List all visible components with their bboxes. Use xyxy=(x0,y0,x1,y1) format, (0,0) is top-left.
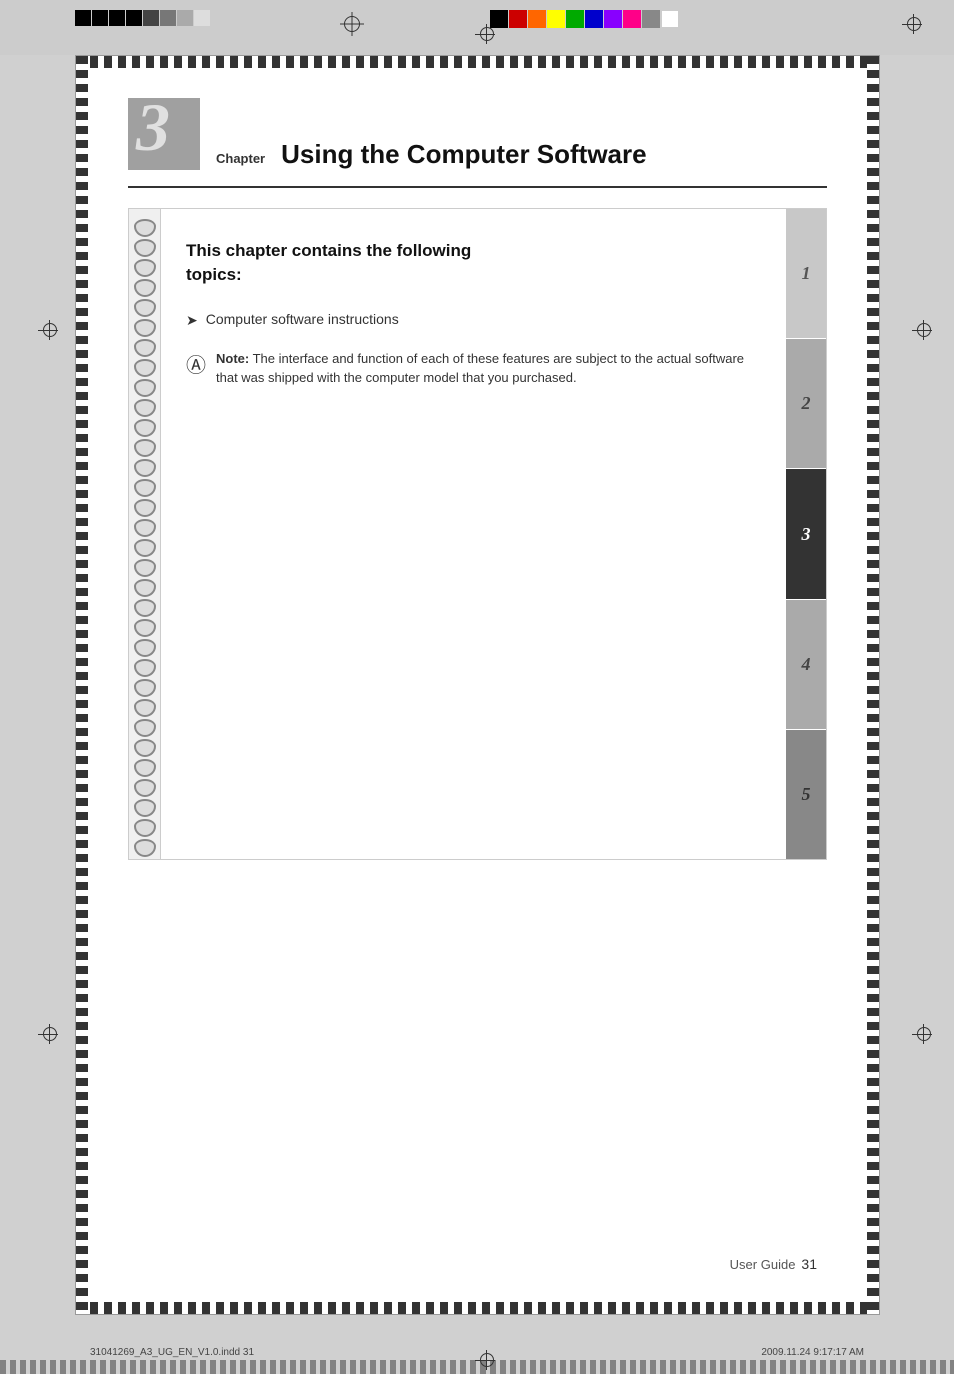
chapter-tab-5[interactable]: 5 xyxy=(786,730,826,859)
doc-info-left: 31041269_A3_UG_EN_V1.0.indd 31 xyxy=(90,1347,254,1358)
spiral-ring xyxy=(134,779,156,797)
page-container: 3 Chapter Using the Computer Software xyxy=(75,55,880,1315)
spiral-ring xyxy=(134,339,156,357)
chapter-label: Chapter xyxy=(216,151,265,166)
top-print-area xyxy=(0,0,954,55)
footer-label: User Guide xyxy=(730,1257,796,1272)
note-label: Note: xyxy=(216,351,249,366)
left-black-squares xyxy=(75,10,210,26)
spiral-ring xyxy=(134,379,156,397)
heading-line1: This chapter contains the following xyxy=(186,241,471,260)
spiral-ring xyxy=(134,679,156,697)
spiral-ring xyxy=(134,459,156,477)
spiral-ring xyxy=(134,819,156,837)
footer-page-number: 31 xyxy=(801,1256,817,1272)
heading-line2: topics: xyxy=(186,265,242,284)
spiral-ring xyxy=(134,539,156,557)
page-inner: 3 Chapter Using the Computer Software xyxy=(88,68,867,1302)
chapter-number: 3 xyxy=(136,93,170,161)
note-content: Note: The interface and function of each… xyxy=(216,349,761,388)
spiral-ring xyxy=(134,719,156,737)
spiral-ring xyxy=(134,299,156,317)
arrow-icon: ➤ xyxy=(186,312,198,329)
bottom-doc-info: 31041269_A3_UG_EN_V1.0.indd 31 2009.11.2… xyxy=(0,1347,954,1358)
tab-number-5: 5 xyxy=(802,784,811,805)
chapter-title: Using the Computer Software xyxy=(281,139,646,170)
dashed-top-border xyxy=(76,56,879,68)
topic-item: ➤ Computer software instructions xyxy=(186,311,761,329)
spiral-ring xyxy=(134,399,156,417)
exclamation-circle-icon: Ⓐ xyxy=(186,351,206,381)
color-bars-top-right xyxy=(490,10,679,28)
chapter-tab-2[interactable]: 2 xyxy=(786,339,826,469)
chapter-divider xyxy=(128,186,827,188)
chapter-tabs: 1 2 3 4 5 xyxy=(786,209,826,859)
spiral-ring xyxy=(134,579,156,597)
tab-number-4: 4 xyxy=(802,654,811,675)
spiral-ring xyxy=(134,639,156,657)
bottom-strip-marks xyxy=(0,1360,954,1374)
chapter-number-box: 3 xyxy=(128,98,200,170)
spiral-ring xyxy=(134,839,156,857)
spiral-ring xyxy=(134,699,156,717)
notebook-heading: This chapter contains the following topi… xyxy=(186,239,761,287)
page-footer: User Guide 31 xyxy=(730,1256,817,1272)
chapter-header: 3 Chapter Using the Computer Software xyxy=(128,98,827,176)
spiral-ring xyxy=(134,279,156,297)
chapter-tab-1[interactable]: 1 xyxy=(786,209,826,339)
reg-cross-left xyxy=(340,12,364,36)
spiral-ring xyxy=(134,419,156,437)
spiral-binding xyxy=(129,209,161,859)
spiral-ring xyxy=(134,319,156,337)
spiral-ring xyxy=(134,619,156,637)
spiral-ring xyxy=(134,599,156,617)
chapter-tab-4[interactable]: 4 xyxy=(786,600,826,730)
spiral-ring xyxy=(134,259,156,277)
chapter-label-title: Chapter Using the Computer Software xyxy=(216,139,647,170)
spiral-ring xyxy=(134,479,156,497)
spiral-ring xyxy=(134,239,156,257)
spiral-ring xyxy=(134,359,156,377)
spiral-ring xyxy=(134,219,156,237)
chapter-tab-3[interactable]: 3 xyxy=(786,469,826,599)
note-box: Ⓐ Note: The interface and function of ea… xyxy=(186,349,761,388)
notebook-section: This chapter contains the following topi… xyxy=(128,208,827,860)
spiral-ring xyxy=(134,519,156,537)
spiral-ring xyxy=(134,759,156,777)
tab-number-3: 3 xyxy=(802,524,811,545)
spiral-ring xyxy=(134,799,156,817)
dashed-left-border xyxy=(76,56,88,1314)
dashed-bottom-border xyxy=(76,1302,879,1314)
spiral-ring xyxy=(134,559,156,577)
notebook-content: This chapter contains the following topi… xyxy=(161,209,786,859)
doc-info-right: 2009.11.24 9:17:17 AM xyxy=(761,1347,864,1358)
dashed-right-border xyxy=(867,56,879,1314)
topic-text: Computer software instructions xyxy=(206,311,399,327)
spiral-ring xyxy=(134,739,156,757)
tab-number-1: 1 xyxy=(802,263,811,284)
spiral-ring xyxy=(134,439,156,457)
spiral-ring xyxy=(134,499,156,517)
note-body-text: The interface and function of each of th… xyxy=(216,351,744,386)
tab-number-2: 2 xyxy=(802,393,811,414)
spiral-ring xyxy=(134,659,156,677)
